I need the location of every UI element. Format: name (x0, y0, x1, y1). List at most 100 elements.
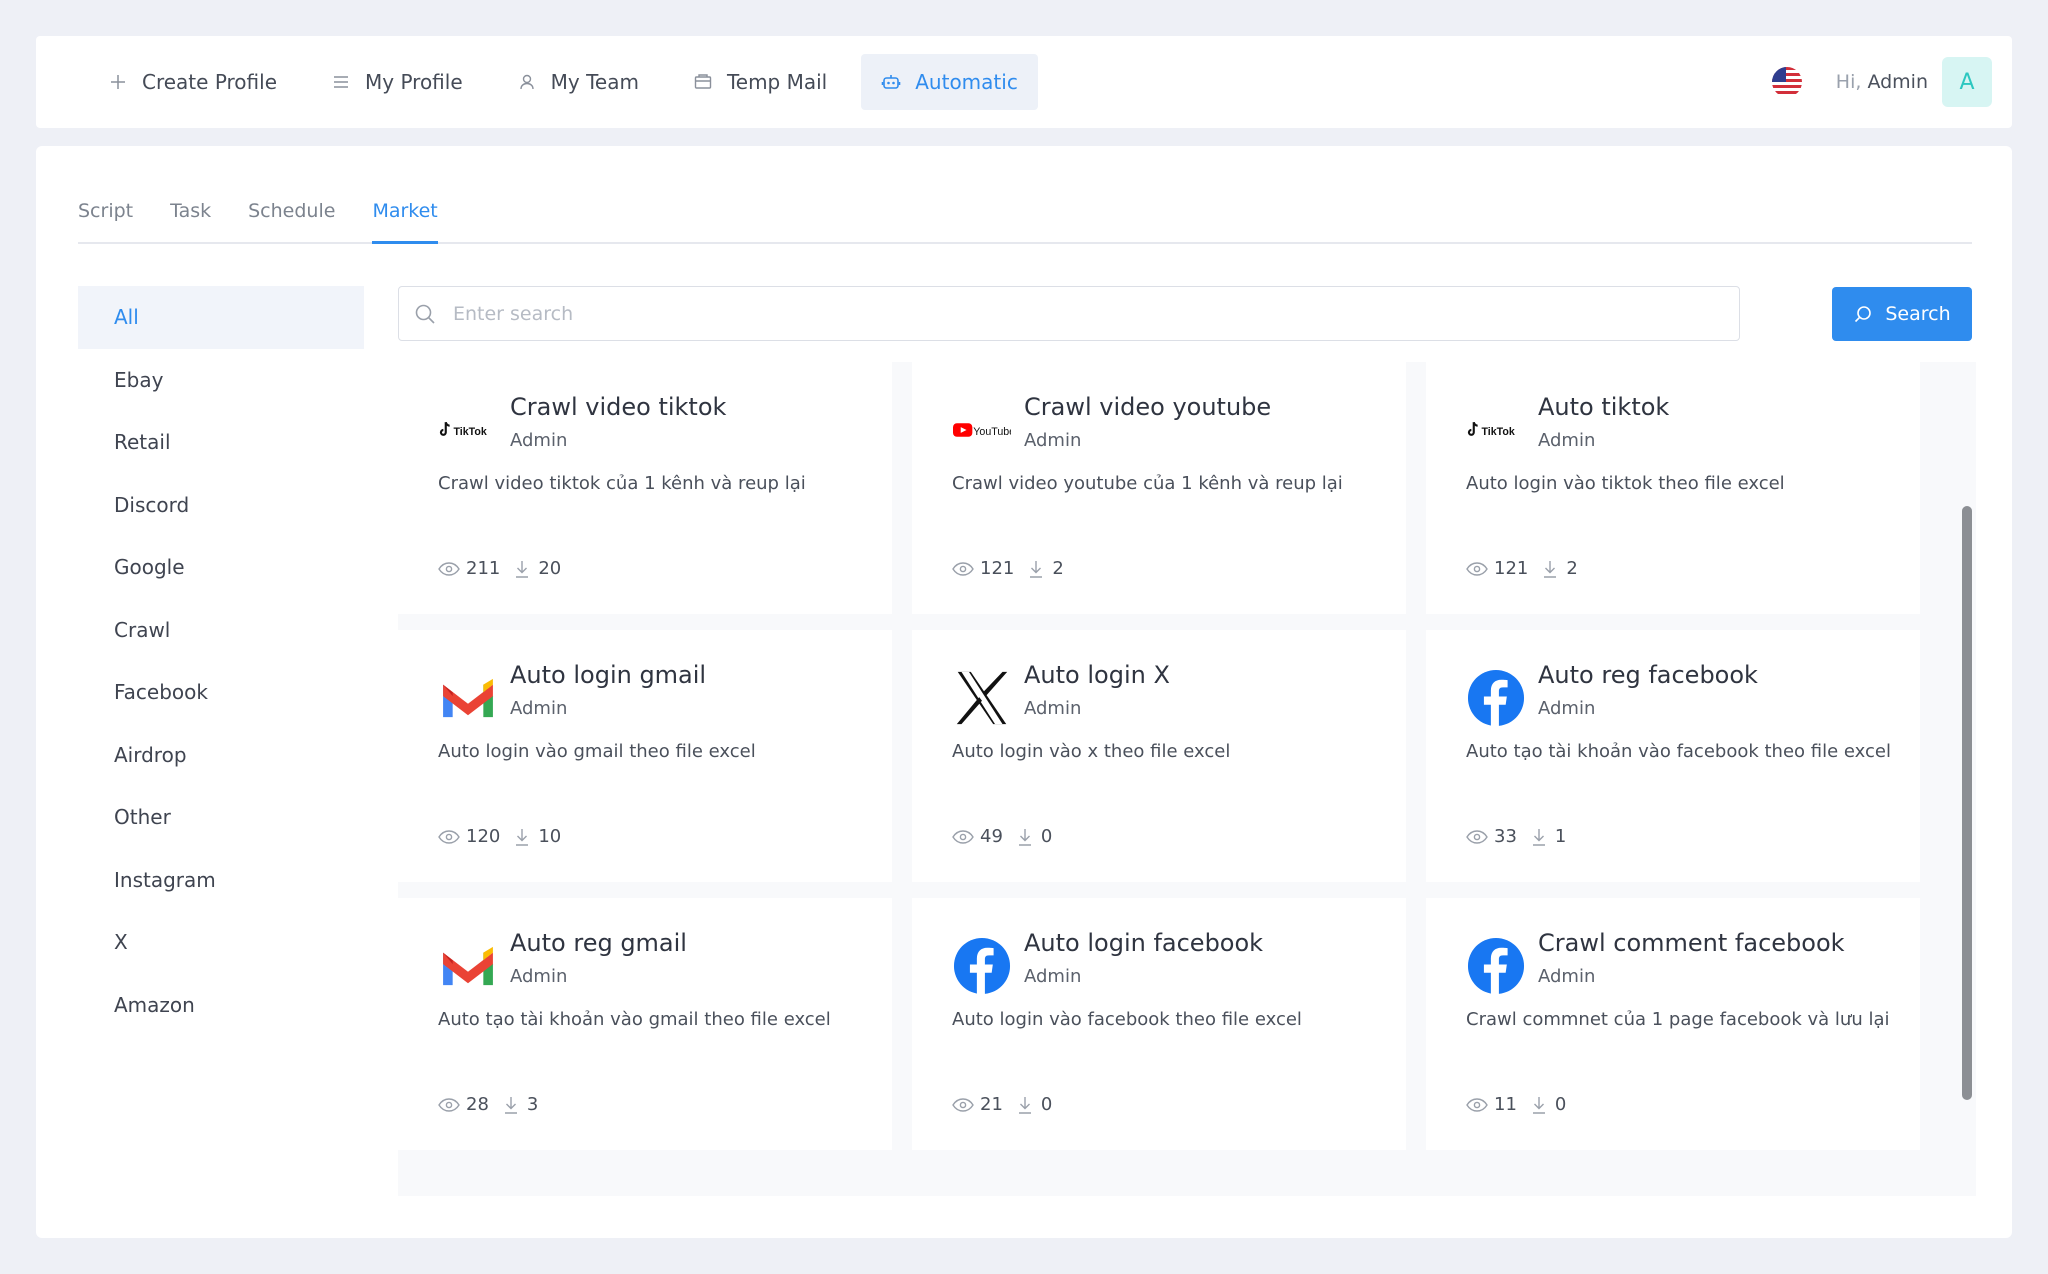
card-title[interactable]: Auto login X (1024, 660, 1170, 690)
user-area: Hi, Admin A (1771, 57, 1992, 107)
search-field (398, 286, 1740, 341)
category-item-retail[interactable]: Retail (78, 411, 364, 474)
tiktok-logo: TikTok (1466, 400, 1526, 460)
script-card[interactable]: Auto login X Admin Auto login vào x theo… (912, 630, 1406, 882)
download-icon (1532, 1096, 1545, 1114)
card-title[interactable]: Auto reg facebook (1538, 660, 1758, 690)
card-stats: 33 1 (1466, 826, 1566, 847)
category-item-instagram[interactable]: Instagram (78, 849, 364, 912)
user-icon (519, 74, 534, 90)
nav-my-team[interactable]: My Team (497, 54, 659, 110)
card-author: Admin (1538, 698, 1596, 719)
category-item-facebook[interactable]: Facebook (78, 661, 364, 724)
card-heading: Auto reg facebook Admin (1538, 661, 1758, 719)
script-card[interactable]: TikTok Crawl video tiktok Admin Crawl vi… (398, 362, 892, 614)
card-author: Admin (1538, 966, 1596, 987)
nav-automatic[interactable]: Automatic (861, 54, 1038, 110)
mail-icon (694, 74, 712, 89)
script-card[interactable]: Auto login gmail Admin Auto login vào gm… (398, 630, 892, 882)
user-greeting: Hi, Admin (1836, 71, 1928, 93)
eye-icon (1466, 1097, 1488, 1112)
card-stats: 49 0 (952, 826, 1052, 847)
card-title[interactable]: Auto reg gmail (510, 928, 687, 958)
download-count: 0 (1554, 1094, 1567, 1115)
nav-temp-mail-label: Temp Mail (726, 70, 828, 94)
search-button-label: Search (1885, 303, 1951, 325)
eye-icon (438, 561, 460, 576)
download-icon (1018, 1096, 1031, 1114)
card-header: TikTok Auto tiktok Admin (1466, 393, 1920, 460)
card-heading: Crawl comment facebook Admin (1538, 929, 1845, 987)
download-icon (1532, 828, 1545, 846)
scrollbar-thumb[interactable] (1962, 506, 1972, 1100)
card-author: Admin (1024, 698, 1082, 719)
category-item-x[interactable]: X (78, 911, 364, 974)
download-stat: 2 (1542, 558, 1578, 579)
category-item-other[interactable]: Other (78, 786, 364, 849)
download-count: 20 (538, 558, 562, 579)
category-item-amazon[interactable]: Amazon (78, 974, 364, 1037)
card-description: Auto login vào facebook theo file excel (952, 1009, 1302, 1030)
card-title[interactable]: Crawl video youtube (1024, 392, 1271, 422)
search-button[interactable]: Search (1832, 287, 1972, 341)
card-title[interactable]: Crawl video tiktok (510, 392, 726, 422)
card-title[interactable]: Auto login gmail (510, 660, 706, 690)
script-card[interactable]: Crawl comment facebook Admin Crawl commn… (1426, 898, 1920, 1150)
download-icon (516, 828, 529, 846)
card-description: Crawl video tiktok của 1 kênh và reup lạ… (438, 473, 806, 494)
card-title[interactable]: Auto login facebook (1024, 928, 1263, 958)
category-sidebar: All Ebay Retail Discord Google Crawl Fac… (78, 286, 364, 1036)
category-item-discord[interactable]: Discord (78, 474, 364, 537)
script-card[interactable]: Auto reg gmail Admin Auto tạo tài khoản … (398, 898, 892, 1150)
script-card[interactable]: Auto login facebook Admin Auto login vào… (912, 898, 1406, 1150)
plus-icon (111, 75, 125, 89)
download-count: 3 (526, 1094, 539, 1115)
category-item-airdrop[interactable]: Airdrop (78, 724, 364, 787)
view-count: 120 (466, 826, 501, 847)
script-card-grid: TikTok Crawl video tiktok Admin Crawl vi… (398, 362, 1976, 1196)
search-input[interactable] (453, 302, 1653, 325)
card-stats: 121 2 (1466, 558, 1578, 579)
script-card[interactable]: Auto reg facebook Admin Auto tạo tài kho… (1426, 630, 1920, 882)
tab-schedule[interactable]: Schedule (248, 200, 335, 242)
download-stat: 20 (514, 558, 561, 579)
tab-market[interactable]: Market (372, 200, 439, 244)
view-count: 33 (1494, 826, 1517, 847)
nav-my-team-label: My Team (550, 70, 639, 94)
view-count: 121 (980, 558, 1015, 579)
download-stat: 0 (1017, 826, 1052, 847)
category-item-crawl[interactable]: Crawl (78, 599, 364, 662)
facebook-logo (952, 936, 1012, 996)
avatar[interactable]: A (1942, 57, 1992, 107)
card-title[interactable]: Crawl comment facebook (1538, 928, 1845, 958)
nav-temp-mail[interactable]: Temp Mail (673, 54, 847, 110)
download-icon (516, 560, 529, 578)
tab-script[interactable]: Script (78, 200, 133, 242)
nav-create-profile[interactable]: Create Profile (88, 54, 297, 110)
youtube-logo: YouTube (952, 400, 1012, 460)
tab-task[interactable]: Task (170, 200, 211, 242)
card-description: Auto login vào x theo file excel (952, 741, 1231, 762)
category-item-ebay[interactable]: Ebay (78, 349, 364, 412)
nav-my-profile[interactable]: My Profile (311, 54, 483, 110)
category-item-all[interactable]: All (78, 286, 364, 349)
card-stats: 11 0 (1466, 1094, 1566, 1115)
script-card[interactable]: TikTok Auto tiktok Admin Auto login vào … (1426, 362, 1920, 614)
logo-text: YouTube (973, 426, 1011, 438)
logo-text: TikTok (454, 426, 487, 438)
us-flag-icon[interactable] (1771, 67, 1802, 97)
download-stat: 3 (503, 1094, 538, 1115)
card-stats: 120 10 (438, 826, 561, 847)
eye-icon (1466, 829, 1488, 844)
card-stats: 121 2 (952, 558, 1064, 579)
category-item-google[interactable]: Google (78, 536, 364, 599)
script-card[interactable]: YouTube Crawl video youtube Admin Crawl … (912, 362, 1406, 614)
nav-my-profile-label: My Profile (365, 70, 463, 94)
card-stats: 28 3 (438, 1094, 538, 1115)
view-count: 21 (980, 1094, 1003, 1115)
card-description: Crawl commnet của 1 page facebook và lưu… (1466, 1009, 1890, 1030)
card-header: Auto login facebook Admin (952, 929, 1406, 996)
card-title[interactable]: Auto tiktok (1538, 392, 1669, 422)
nav-automatic-label: Automatic (915, 70, 1018, 94)
card-stats: 211 20 (438, 558, 561, 579)
